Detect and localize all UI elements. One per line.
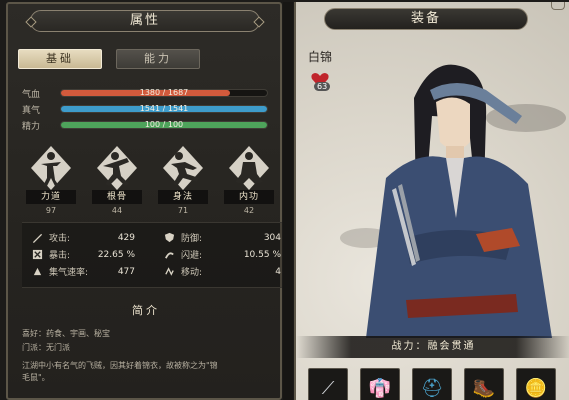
tab-basic[interactable]: 基础 [18,49,102,69]
attack-sword-icon [32,233,43,243]
core-attributes: 力道 97 根骨 44 身法 71 内功 42 [22,144,278,215]
character-name: 白锦 [308,50,333,64]
stamina-bar-row: 精力 100 / 100 [22,118,274,132]
attribute-name: 根骨 [92,190,142,204]
stat-crit: 暴击: 22.65 % [32,248,164,261]
combat-stats: 攻击: 429 防御: 304 暴击: 22.65 % 闪避: 10.55 % … [22,222,282,288]
helmet-icon: ⛑ [420,377,444,399]
dodge-icon [165,252,174,259]
intro-sect: 门派：无门派 [22,343,70,352]
stat-label: 闪避: [181,251,203,261]
attribute-strength[interactable]: 力道 97 [22,144,80,215]
defense-shield-icon [164,232,175,243]
stat-value: 429 [117,232,135,243]
intro-title: 简介 [132,304,160,317]
equip-slot-feet[interactable]: 🥾 [464,368,504,400]
intro-desc-line1: 江湖中小有名气的飞贼，因其好着锦衣，故被称之为"锦 [22,361,218,370]
stat-label: 防御: [181,234,203,244]
attribute-value: 71 [177,206,189,215]
mp-bar: 1541 / 1541 [60,104,268,113]
attribute-name: 身法 [158,190,208,204]
stat-value: 22.65 % [97,249,135,260]
intro-desc-line2: 毛鼠"。 [22,373,50,382]
attributes-panel-title: 属性 [30,10,260,32]
tab-ability[interactable]: 能力 [116,49,200,69]
stamina-label: 精力 [22,121,41,132]
affection-value: 63 [314,82,331,91]
stat-label: 攻击: [49,234,71,244]
attribute-constitution[interactable]: 根骨 44 [88,144,146,215]
crit-icon [32,249,43,260]
attribute-name: 内功 [224,190,274,204]
equipment-panel: 装备 白锦 63 战力：融会贯通 ⟋ 👘 ⛑ 🥾 🪙 [294,2,569,400]
menu-toggle-icon[interactable] [551,2,565,10]
qi-rate-icon [33,267,42,276]
resource-bars: 气血 1380 / 1687 真气 1541 / 1541 精力 100 / 1… [22,86,274,134]
stat-defense: 防御: 304 [164,231,284,244]
stat-value: 304 [263,232,281,243]
stamina-value: 100 / 100 [144,120,184,129]
stat-attack: 攻击: 429 [32,231,164,244]
equip-slot-accessory[interactable]: 🪙 [516,368,556,400]
intro-hobbies: 喜好：药食、宇画、秘宝 [22,329,110,338]
stat-qi-rate: 集气速率: 477 [32,265,164,278]
stat-value: 10.55 % [243,249,281,260]
hp-bar: 1380 / 1687 [60,88,268,97]
stat-label: 移动: [181,268,203,278]
boots-icon: 🥾 [472,377,496,399]
mp-value: 1541 / 1541 [139,104,189,113]
move-icon [165,267,174,276]
stamina-bar: 100 / 100 [60,120,268,129]
attributes-panel: 属性 基础 能力 气血 1380 / 1687 真气 1541 / 1541 精… [6,2,282,400]
mp-label: 真气 [22,105,41,116]
purple-robe-icon: 👘 [368,377,392,399]
hp-value: 1380 / 1687 [139,88,189,97]
hp-bar-row: 气血 1380 / 1687 [22,86,274,100]
attribute-value: 97 [45,206,57,215]
panel-divider [283,2,293,400]
stat-move: 移动: 4 [164,265,284,278]
mp-bar-row: 真气 1541 / 1541 [22,102,274,116]
agility-pose-icon [163,146,203,190]
inner-power-pose-icon [229,146,269,190]
stat-value: 4 [275,266,281,277]
hp-label: 气血 [22,89,41,100]
character-portrait [340,64,566,338]
attribute-inner-power[interactable]: 内功 42 [220,144,278,215]
combat-power: 战力：融会贯通 [296,336,569,358]
equip-slot-head[interactable]: ⛑ [412,368,452,400]
attribute-value: 42 [243,206,255,215]
stat-dodge: 闪避: 10.55 % [164,248,284,261]
strength-pose-icon [31,146,71,190]
stat-label: 暴击: [49,251,71,261]
stat-label: 集气速率: [49,268,89,278]
equipment-slots: ⟋ 👘 ⛑ 🥾 🪙 [308,368,556,400]
equipment-panel-title: 装备 [324,8,528,30]
constitution-pose-icon [97,146,137,190]
attribute-tabs: 基础 能力 [18,49,200,69]
amulet-icon: 🪙 [524,377,548,399]
attribute-value: 44 [111,206,123,215]
spear-weapon-icon: ⟋ [321,377,335,399]
equip-slot-weapon[interactable]: ⟋ [308,368,348,400]
equip-slot-armor[interactable]: 👘 [360,368,400,400]
stat-value: 477 [117,266,135,277]
attribute-name: 力道 [26,190,76,204]
attribute-agility[interactable]: 身法 71 [154,144,212,215]
